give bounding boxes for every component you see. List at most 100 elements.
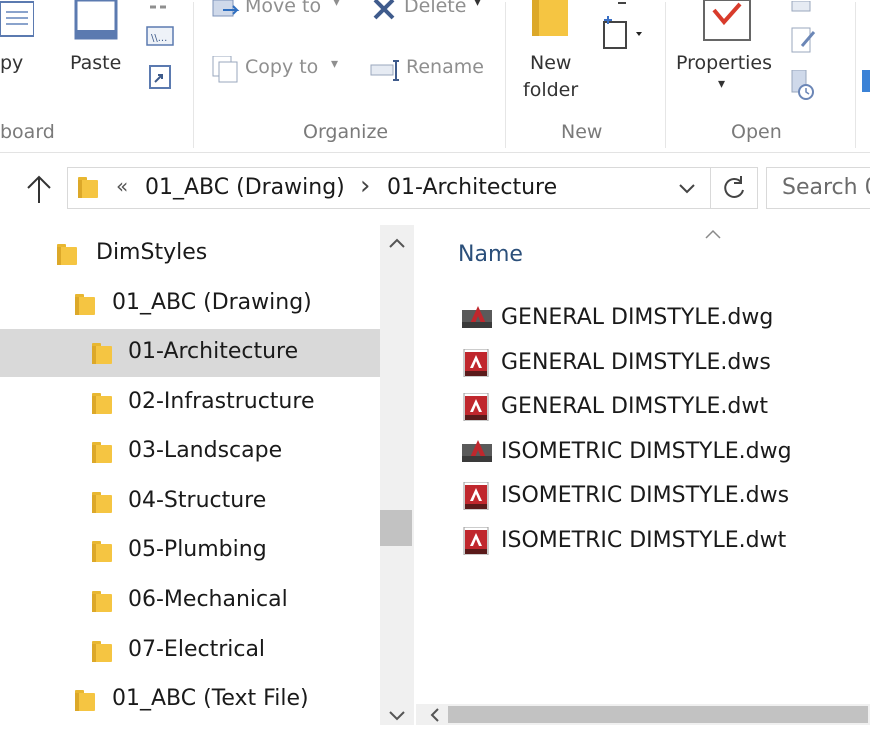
folder-icon (92, 641, 112, 662)
scroll-up-button[interactable] (384, 233, 410, 255)
nav-item[interactable]: 01_ABC (Text File) (0, 676, 380, 724)
ribbon: py Paste \\... board Move to ▾ Delete ▾ … (0, 0, 870, 153)
nav-item[interactable]: 04-Structure (0, 478, 380, 526)
copy-to-button[interactable]: Copy to ▾ (207, 54, 347, 88)
move-to-label: Move to (245, 0, 322, 17)
properties-label: Properties (676, 52, 773, 74)
scroll-left-button[interactable] (426, 706, 444, 724)
delete-icon (373, 0, 395, 20)
folder-icon (57, 244, 77, 265)
nav-item-label: DimStyles (96, 240, 208, 265)
refresh-button[interactable] (710, 168, 758, 208)
paste-shortcut-icon (149, 65, 171, 89)
select-all-button[interactable] (862, 70, 870, 100)
group-separator (665, 2, 666, 148)
group-separator (855, 2, 856, 148)
folder-icon (92, 541, 112, 562)
address-bar[interactable]: « 01_ABC (Drawing) › 01-Architecture (67, 167, 758, 209)
up-arrow-icon (27, 175, 51, 203)
folder-icon (75, 690, 95, 711)
file-row[interactable]: ISOMETRIC DIMSTYLE.dws (458, 477, 858, 517)
paste-label: Paste (70, 52, 122, 74)
up-button[interactable] (22, 173, 56, 207)
delete-button[interactable]: Delete ▾ (368, 0, 493, 24)
folder-icon (92, 343, 112, 364)
group-separator (193, 2, 194, 148)
clipboard-group-label: board (0, 121, 55, 143)
copy-to-dropdown-icon: ▾ (331, 56, 339, 72)
nav-item[interactable]: 02-Infrastructure (0, 379, 380, 427)
rename-button[interactable]: Rename (368, 54, 493, 88)
scroll-thumb[interactable] (380, 510, 412, 546)
copy-label: py (0, 52, 24, 74)
properties-icon (702, 0, 752, 44)
search-placeholder[interactable]: Search 0 (782, 175, 870, 200)
folder-icon (75, 294, 95, 315)
edit-icon (791, 27, 816, 53)
new-folder-button[interactable]: New folder (515, 0, 593, 112)
copy-button[interactable]: py (0, 0, 50, 112)
nav-item-label: 05-Plumbing (128, 537, 267, 562)
copy-icon (0, 0, 35, 40)
file-row[interactable]: GENERAL DIMSTYLE.dwg (458, 299, 858, 339)
breadcrumb-item[interactable]: 01_ABC (Drawing) (145, 175, 345, 200)
new-folder-label-line2: folder (523, 79, 579, 101)
folder-icon (92, 442, 112, 463)
paste-button[interactable]: Paste (62, 0, 132, 112)
select-icon (862, 70, 870, 92)
dws-file-icon (462, 481, 492, 511)
file-name: GENERAL DIMSTYLE.dwt (501, 394, 768, 419)
nav-item-label: 06-Mechanical (128, 587, 288, 612)
nav-item[interactable]: DimStyles (0, 230, 380, 278)
file-row[interactable]: GENERAL DIMSTYLE.dwt (458, 388, 858, 428)
new-item-icon (603, 2, 642, 49)
copy-path-icon: \\... (146, 26, 174, 46)
file-name: GENERAL DIMSTYLE.dws (501, 350, 771, 375)
file-list-horizontal-scrollbar[interactable] (416, 704, 870, 725)
nav-item-label: 01-Architecture (128, 339, 299, 364)
history-button[interactable] (790, 69, 820, 100)
address-dropdown-button[interactable] (674, 174, 700, 202)
nav-item[interactable]: 01_ABC (Drawing) (0, 280, 380, 328)
nav-scrollbar[interactable] (380, 225, 414, 725)
file-name: GENERAL DIMSTYLE.dwg (501, 305, 774, 330)
breadcrumb-item[interactable]: 01-Architecture (387, 175, 557, 200)
nav-item-label: 03-Landscape (128, 438, 283, 463)
chevron-down-icon (389, 711, 405, 721)
new-item-button[interactable] (598, 0, 650, 56)
scroll-thumb[interactable] (448, 706, 868, 723)
chevron-up-icon (389, 238, 405, 248)
file-row[interactable]: ISOMETRIC DIMSTYLE.dwg (458, 433, 858, 473)
column-header-name[interactable]: Name (458, 242, 523, 267)
file-name: ISOMETRIC DIMSTYLE.dwt (501, 528, 787, 553)
file-row[interactable]: GENERAL DIMSTYLE.dws (458, 344, 858, 384)
copy-path-button[interactable]: \\... (146, 26, 176, 48)
move-to-button[interactable]: Move to ▾ (207, 0, 347, 24)
nav-item-label: 01_ABC (Text File) (112, 686, 309, 711)
file-row[interactable]: ISOMETRIC DIMSTYLE.dwt (458, 522, 858, 562)
folder-icon (78, 177, 98, 198)
nav-item[interactable]: 03-Landscape (0, 428, 380, 476)
nav-item[interactable]: 05-Plumbing (0, 527, 380, 575)
open-group-label: Open (731, 121, 782, 143)
cut-button[interactable] (146, 0, 176, 14)
paste-shortcut-button[interactable] (148, 64, 174, 92)
open-button[interactable] (790, 0, 820, 14)
move-to-icon (212, 0, 240, 17)
edit-button[interactable] (790, 26, 820, 56)
folder-icon (92, 591, 112, 612)
nav-item-label: 04-Structure (128, 488, 267, 513)
delete-label: Delete (404, 0, 467, 17)
nav-item[interactable]: 07-Electrical (0, 627, 380, 675)
scroll-down-button[interactable] (384, 705, 410, 725)
group-separator (505, 2, 506, 148)
breadcrumb-overflow[interactable]: « (116, 174, 128, 198)
properties-button[interactable]: Properties ▾ (672, 0, 782, 112)
rename-label: Rename (406, 56, 484, 78)
search-box[interactable]: Search 0 (766, 167, 870, 209)
breadcrumb-separator[interactable]: › (360, 171, 370, 201)
svg-text:\\...: \\... (151, 33, 167, 44)
nav-item[interactable]: 01-Architecture (0, 329, 380, 377)
new-folder-label-line1: New (530, 52, 572, 74)
nav-item[interactable]: 06-Mechanical (0, 577, 380, 625)
